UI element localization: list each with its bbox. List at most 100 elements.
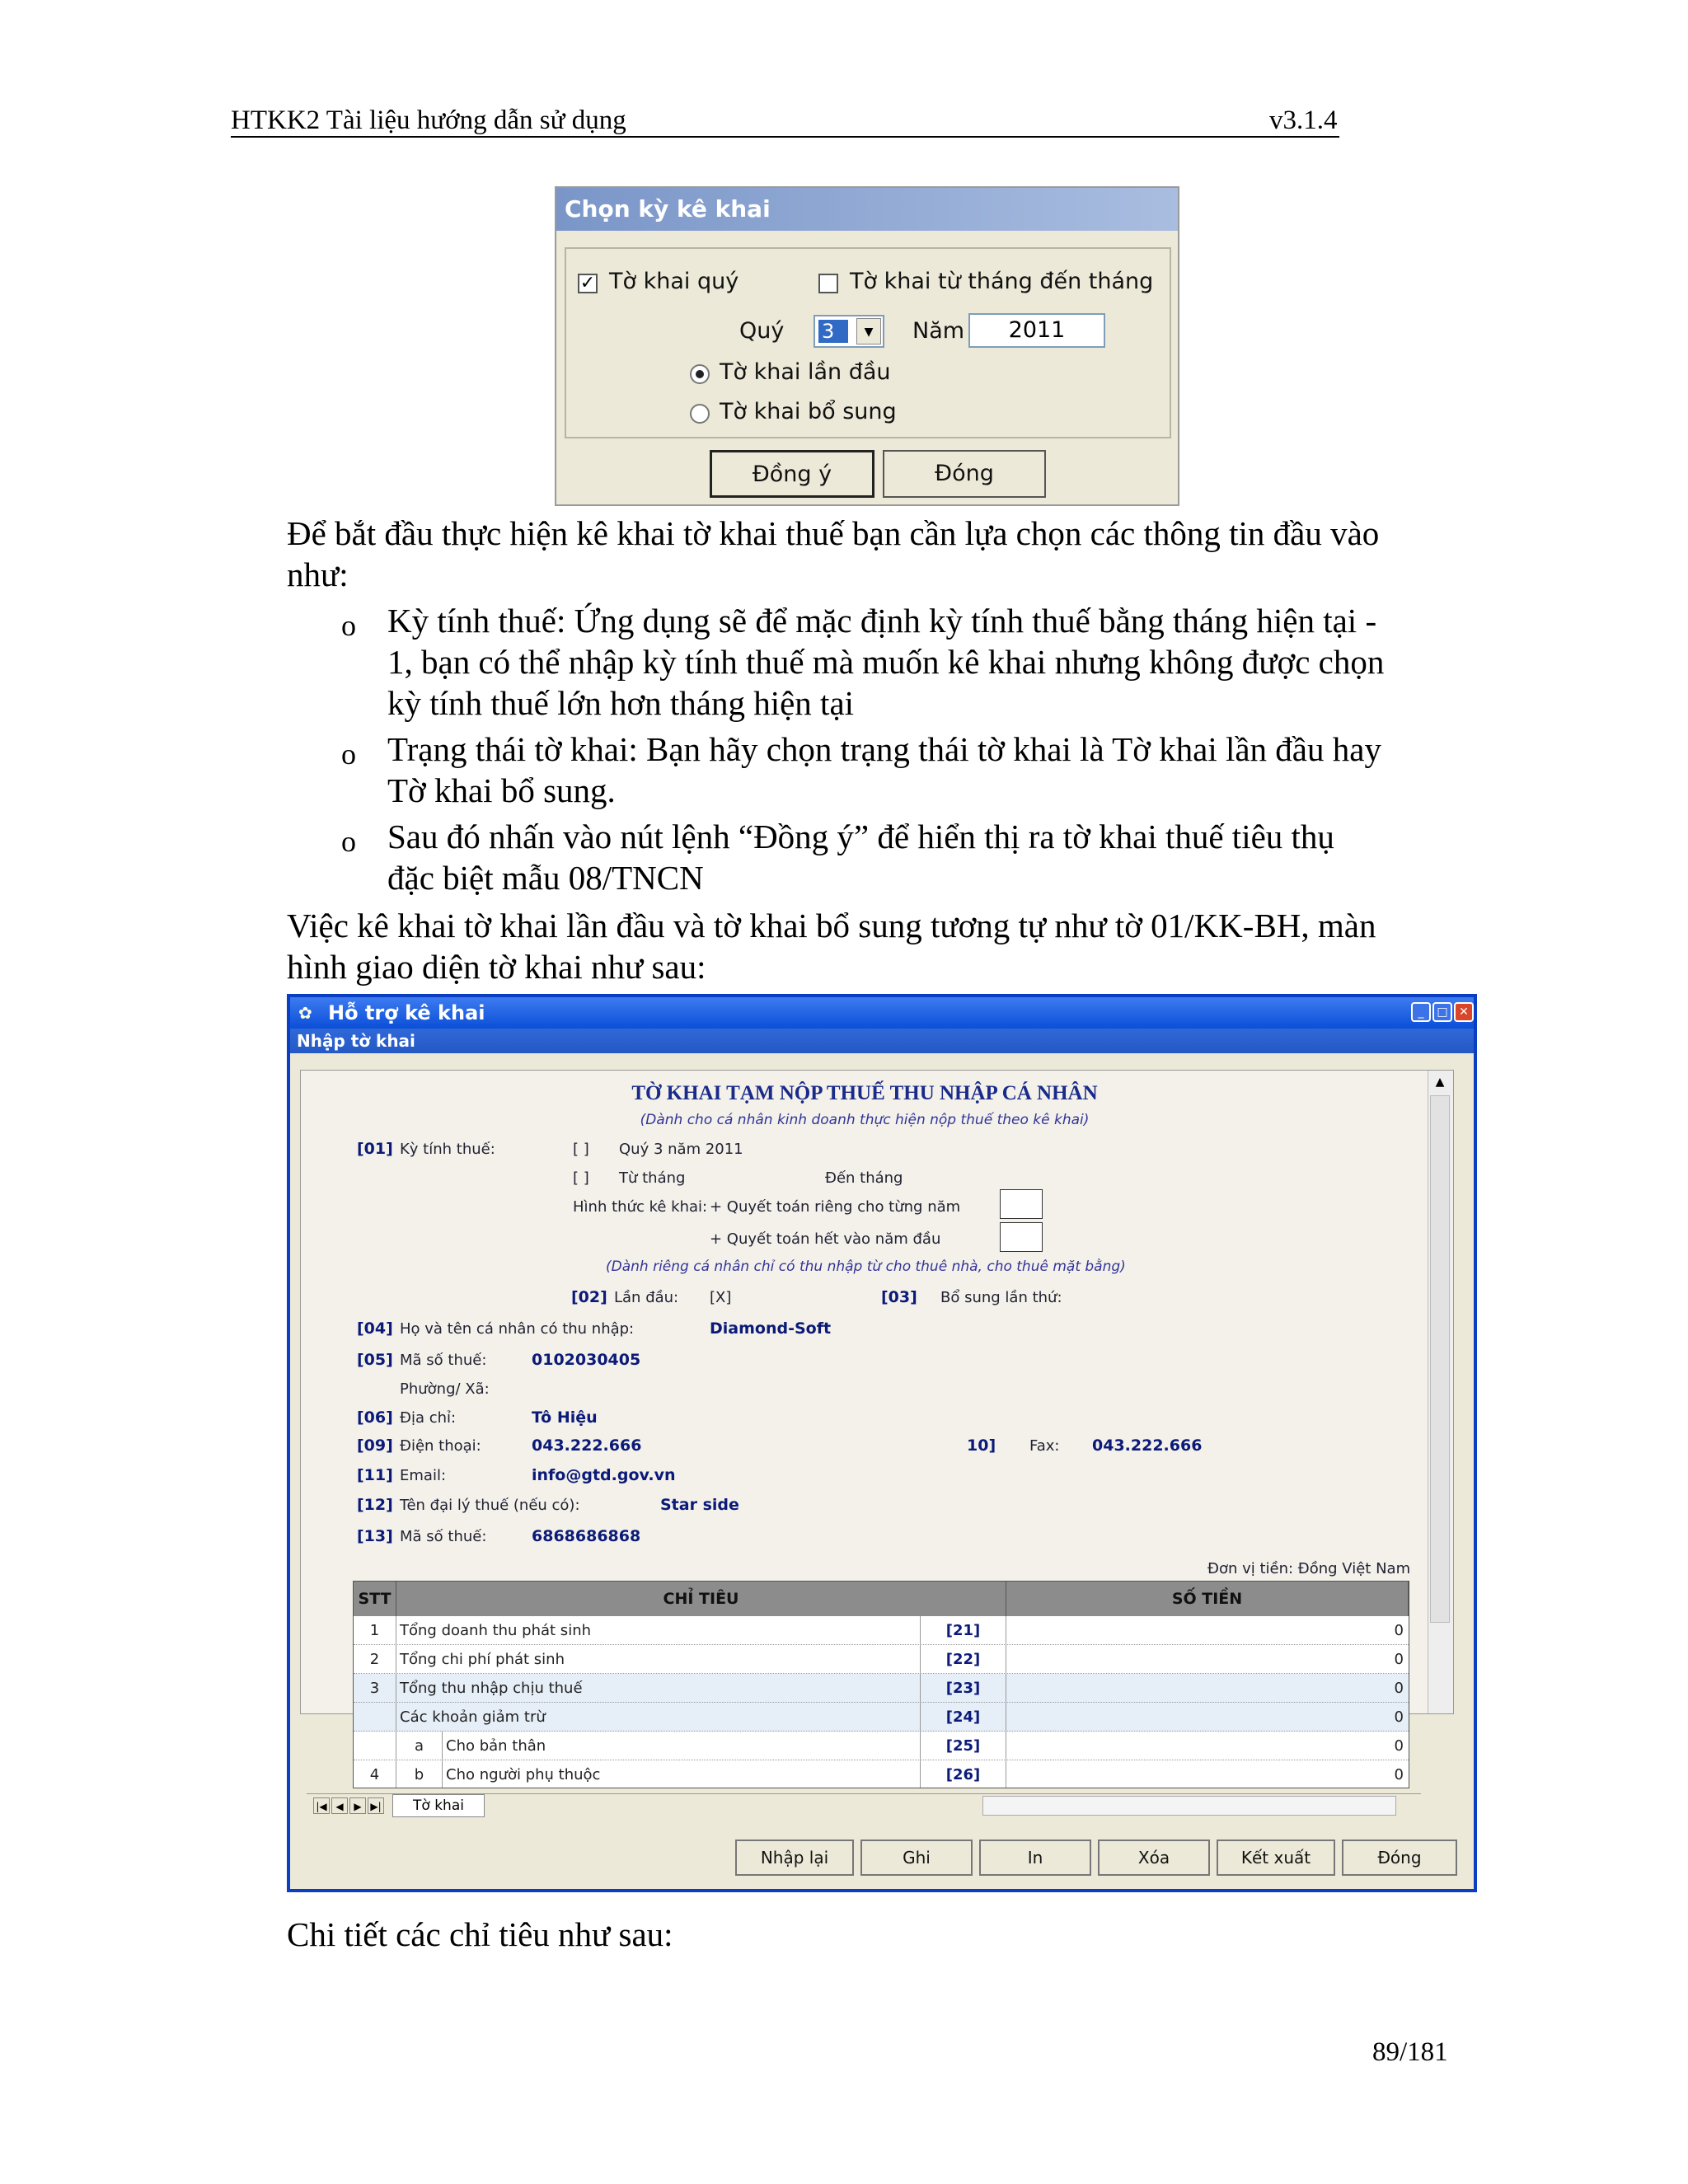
bullet-1-line-3: kỳ tính thuế lớn hơn tháng hiện tại [387,684,855,722]
month-bracket[interactable]: [ ] [573,1169,589,1187]
form-type-label: Hình thức kê khai: [573,1198,708,1216]
code-13: [13] [357,1527,393,1545]
after-line-2: hình giao diện tờ khai như sau: [287,948,706,986]
page-number: 89/181 [1372,2037,1448,2067]
taxpayer-name[interactable]: Diamond-Soft [710,1319,831,1338]
bullet-3: o [341,825,356,858]
minimize-icon[interactable]: _ [1411,1002,1431,1022]
row-amount[interactable]: 0 [1006,1645,1409,1674]
chevron-down-icon[interactable]: ▼ [856,318,881,344]
quarter-select[interactable]: 3 ▼ [814,315,884,348]
table-row[interactable]: 2 Tổng chi phí phát sinh [22] 0 [354,1645,1409,1674]
email[interactable]: info@gtd.gov.vn [532,1466,675,1484]
label-address: Địa chỉ: [400,1409,457,1427]
row-code: [25] [921,1732,1006,1760]
option-yearly-box[interactable] [1000,1189,1043,1219]
next-sheet-icon[interactable]: ▶ [349,1797,366,1814]
print-button[interactable]: In [979,1840,1091,1876]
row-amount[interactable]: 0 [1006,1703,1409,1732]
intro-line-2: như: [287,555,349,593]
year-input[interactable]: 2011 [968,313,1105,348]
scroll-thumb[interactable] [1430,1095,1450,1623]
maximize-icon[interactable]: □ [1432,1002,1452,1022]
scroll-up-icon[interactable]: ▲ [1430,1072,1450,1092]
table-row[interactable]: 1 Tổng doanh thu phát sinh [21] 0 [354,1616,1409,1645]
supplement-label: Tờ khai bổ sung [720,399,897,424]
row-code: [24] [921,1703,1006,1732]
label-first: Lần đầu: [614,1289,679,1306]
agent-tax-id[interactable]: 6868686868 [532,1527,640,1545]
bullet-1-line-1: Kỳ tính thuế: Ứng dụng sẽ để mặc định kỳ… [387,602,1377,640]
option-first-year: + Quyết toán hết vào năm đầu [710,1230,941,1248]
first-flag[interactable]: [X] [710,1289,731,1306]
row-stt [354,1732,396,1760]
row-amount[interactable]: 0 [1006,1674,1409,1703]
quarter-checkbox[interactable]: ✓ [578,274,598,293]
delete-button[interactable]: Xóa [1098,1840,1210,1876]
col-indicator: CHỈ TIÊU [396,1582,1006,1616]
row-stt: 4 [354,1760,396,1788]
ok-button[interactable]: Đồng ý [710,450,874,498]
table-row[interactable]: a Cho bản thân [25] 0 [354,1732,1409,1760]
bullet-2-line-1: Trạng thái tờ khai: Bạn hãy chọn trạng t… [387,730,1381,768]
row-code: [21] [921,1616,1006,1645]
after-line-1: Việc kê khai tờ khai lần đầu và tờ khai … [287,907,1376,944]
quarter-bracket[interactable]: [ ] [573,1141,589,1158]
row-amount[interactable]: 0 [1006,1760,1409,1788]
label-supplement-no: Bổ sung lần thứ: [940,1289,1062,1306]
tax-id[interactable]: 0102030405 [532,1351,640,1369]
prev-sheet-icon[interactable]: ◀ [331,1797,348,1814]
row-amount[interactable]: 0 [1006,1732,1409,1760]
quarter-label: Quý [739,318,785,344]
label-tax-id: Mã số thuế: [400,1352,487,1369]
label-agent-tax-id: Mã số thuế: [400,1528,487,1545]
doc-header-version: v3.1.4 [1269,105,1338,135]
horizontal-scrollbar[interactable] [982,1796,1396,1816]
window-close-button[interactable]: Đóng [1342,1840,1457,1876]
year-label: Năm [912,318,965,344]
fax[interactable]: 043.222.666 [1092,1436,1202,1455]
row-amount[interactable]: 0 [1006,1616,1409,1645]
row-label: Tổng doanh thu phát sinh [396,1616,921,1645]
first-declaration-radio[interactable] [690,364,710,384]
first-sheet-icon[interactable]: |◀ [313,1797,330,1814]
last-sheet-icon[interactable]: ▶| [368,1797,384,1814]
code-09: [09] [357,1436,393,1455]
period-group: ✓ Tờ khai quý Tờ khai từ tháng đến tháng… [565,247,1171,438]
save-button[interactable]: Ghi [860,1840,973,1876]
label-name: Họ và tên cá nhân có thu nhập: [400,1320,635,1338]
close-icon[interactable]: ✕ [1454,1002,1474,1022]
row-label: Tổng thu nhập chịu thuế [396,1674,921,1703]
row-sub: a [396,1732,443,1760]
row-label: Các khoản giảm trừ [396,1703,921,1732]
label-phone: Điện thoại: [400,1437,481,1455]
quarter-checkbox-label: Tờ khai quý [609,269,739,294]
row-stt: 1 [354,1616,396,1645]
table-row[interactable]: 4 b Cho người phụ thuộc [26] 0 [354,1760,1409,1788]
export-button[interactable]: Kết xuất [1217,1840,1335,1876]
code-12: [12] [357,1496,393,1514]
agent-name[interactable]: Star side [660,1496,739,1514]
to-month: Đến tháng [825,1169,903,1187]
reset-button[interactable]: Nhập lại [735,1840,854,1876]
sheet-tab-declaration[interactable]: Tờ khai [392,1794,485,1817]
header-rule [231,136,1339,138]
bullet-2: o [341,738,356,771]
code-10: 10] [967,1436,996,1455]
intro-line-1: Để bắt đầu thực hiện kê khai tờ khai thu… [287,514,1380,552]
quarter-value: 3 [818,320,848,343]
form-scrollbar[interactable]: ▲ [1428,1071,1453,1713]
first-declaration-label: Tờ khai lần đầu [720,359,891,385]
form-subheading: (Dành cho cá nhân kinh doanh thực hiện n… [640,1112,1090,1128]
phone[interactable]: 043.222.666 [532,1436,641,1455]
table-row[interactable]: Các khoản giảm trừ [24] 0 [354,1703,1409,1732]
row-stt: 3 [354,1674,396,1703]
address[interactable]: Tô Hiệu [532,1408,598,1427]
month-range-checkbox[interactable] [818,274,838,293]
row-code: [22] [921,1645,1006,1674]
close-button[interactable]: Đóng [883,450,1046,498]
option-first-year-box[interactable] [1000,1222,1043,1252]
table-row[interactable]: 3 Tổng thu nhập chịu thuế [23] 0 [354,1674,1409,1703]
supplement-radio[interactable] [690,404,710,424]
label-ward: Phường/ Xã: [400,1380,490,1398]
